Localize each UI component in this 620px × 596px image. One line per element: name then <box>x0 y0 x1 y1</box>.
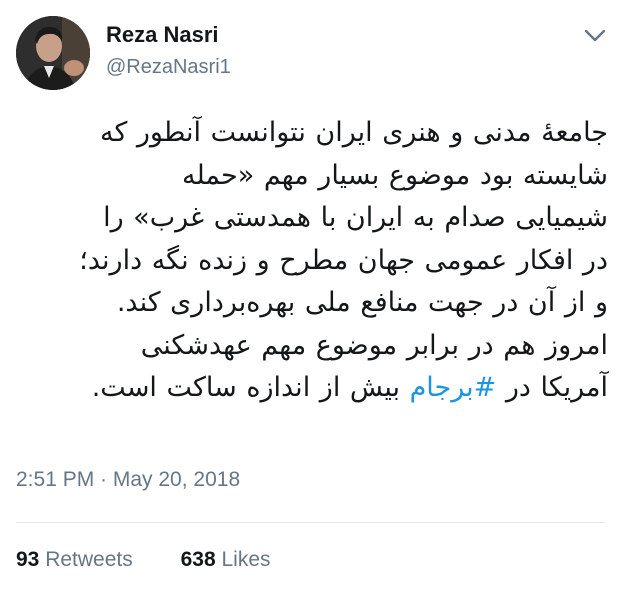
retweets-count: 93 <box>16 548 40 571</box>
chevron-down-icon[interactable] <box>583 26 607 46</box>
tweet-line: شایسته بود موضوع بسیار مهم «حمله <box>182 159 608 191</box>
likes-stat[interactable]: 638 Likes <box>181 548 271 571</box>
engagement-stats: 93 Retweets 638 Likes <box>16 548 313 572</box>
tweet-text-suffix: بیش از اندازه ساکت است. <box>91 372 410 403</box>
retweets-stat[interactable]: 93 Retweets <box>16 548 133 571</box>
user-handle[interactable]: @RezaNasri1 <box>106 56 231 79</box>
avatar[interactable] <box>16 16 90 90</box>
tweet-timestamp[interactable]: 2:51 PM · May 20, 2018 <box>16 468 240 492</box>
user-name[interactable]: Reza Nasri <box>106 22 219 48</box>
likes-label: Likes <box>221 548 271 571</box>
tweet-line: امروز هم در برابر موضوع مهم عهدشکنی <box>140 329 608 361</box>
tweet-line: جامعۀ مدنی و هنری ایران نتوانست آنطور که <box>99 117 608 148</box>
retweets-label: Retweets <box>45 548 133 571</box>
tweet-last-line: آمریکا در #برجام بیش از اندازه ساکت است. <box>20 367 608 410</box>
hashtag-link[interactable]: #برجام <box>410 372 497 403</box>
divider <box>16 522 604 523</box>
tweet-text-prefix: آمریکا در <box>496 372 608 403</box>
tweet-line: و از آن در جهت منافع ملی بهره‌برداری کند… <box>116 287 608 318</box>
tweet-line: شیمیایی صدام به ایران با همدستی غرب» را <box>103 202 608 233</box>
tweet-line: در افکار عمومی جهان مطرح و زنده نگه دارن… <box>79 244 608 276</box>
tweet-text: جامعۀ مدنی و هنری ایران نتوانست آنطور که… <box>20 112 608 410</box>
likes-count: 638 <box>180 548 216 571</box>
